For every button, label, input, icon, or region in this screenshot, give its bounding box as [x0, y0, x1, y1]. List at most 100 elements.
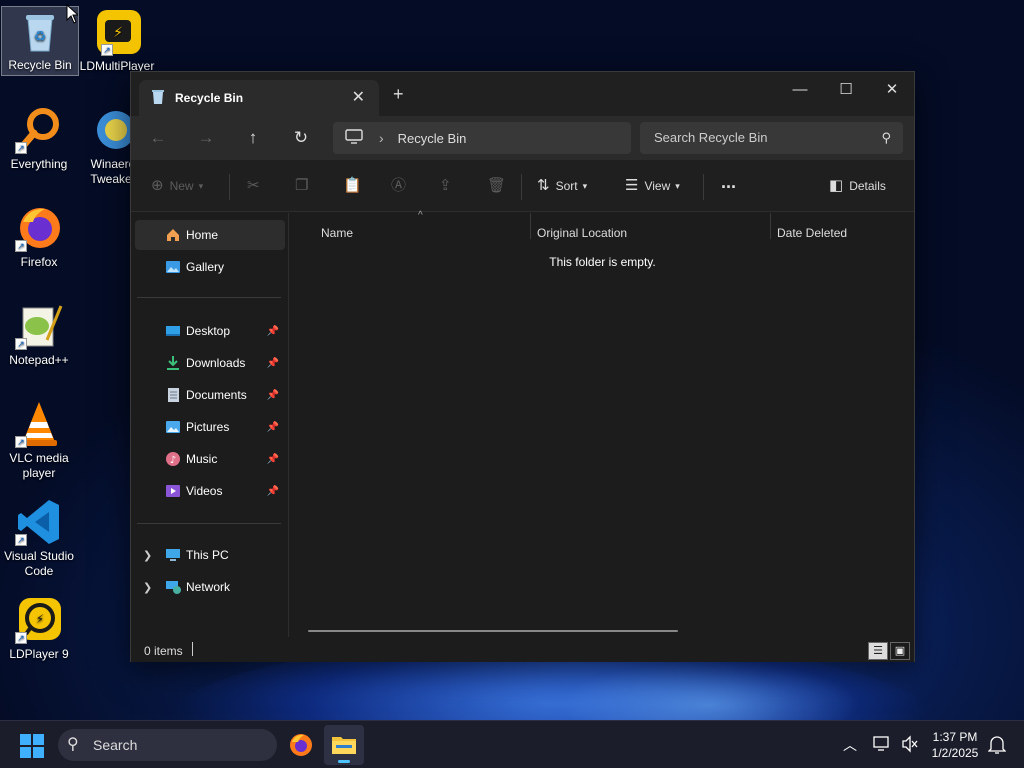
up-arrow-icon[interactable]: ↑ — [238, 124, 268, 152]
sidebar-item-this-pc[interactable]: ❯ This PC — [135, 540, 285, 570]
paste-icon[interactable]: 📋 — [343, 174, 368, 198]
firefox-taskbar-icon[interactable] — [289, 733, 313, 760]
desktop-icon-label: Everything — [10, 157, 68, 171]
pin-icon[interactable]: 📌 — [267, 486, 279, 497]
taskbar: ⚲ Search ︿ 1:37 PM 1/2/2025 — [0, 720, 1024, 768]
monitor-icon[interactable] — [345, 129, 363, 147]
desktop-icon-label: Firefox — [20, 255, 58, 269]
desktop-icon-ldmultiplayer[interactable]: ⚡ ↗ LDMultiPlayer — [78, 8, 156, 74]
more-options-button[interactable]: ... — [721, 170, 736, 194]
close-tab-icon[interactable]: ✕ — [352, 87, 365, 107]
toolbar-divider — [521, 174, 522, 200]
active-app-indicator — [338, 760, 350, 763]
notification-bell-icon[interactable] — [987, 735, 1007, 768]
sidebar-item-label: Documents — [186, 388, 247, 402]
ldmultiplayer-icon: ⚡ ↗ — [93, 8, 141, 56]
sidebar-item-videos[interactable]: Videos 📌 — [135, 476, 285, 506]
music-icon: ♪ — [165, 451, 181, 467]
rename-icon[interactable]: Ⓐ — [391, 174, 412, 198]
pin-icon[interactable]: 📌 — [267, 326, 279, 337]
mouse-pointer-icon — [66, 3, 80, 27]
copy-icon[interactable]: ❐ — [295, 174, 314, 198]
minimize-button[interactable]: — — [777, 76, 823, 106]
taskbar-search-box[interactable]: ⚲ Search — [58, 729, 277, 761]
sidebar-item-label: Desktop — [186, 324, 231, 338]
cut-icon[interactable]: ✂ — [247, 174, 266, 198]
delete-icon[interactable]: 🗑 — [487, 174, 512, 198]
chevron-down-icon: ▾ — [198, 181, 204, 191]
breadcrumb-location[interactable]: Recycle Bin — [398, 131, 467, 146]
sidebar-item-label: This PC — [186, 548, 229, 562]
horizontal-scrollbar[interactable] — [308, 630, 678, 632]
details-pane-button[interactable]: ◧ Details — [829, 174, 886, 198]
sidebar-item-home[interactable]: Home — [135, 220, 285, 250]
documents-icon — [165, 387, 181, 403]
maximize-button[interactable]: ☐ — [823, 76, 869, 106]
pictures-icon — [165, 419, 181, 435]
chevron-right-icon[interactable]: ❯ — [143, 581, 152, 594]
desktop-icon-ldplayer[interactable]: ⚡ ↗ LDPlayer 9 — [0, 596, 78, 662]
column-header-original-location[interactable]: Original Location — [537, 221, 627, 245]
vlc-icon: ↗ — [15, 400, 63, 448]
winaero-tweaker-icon — [92, 106, 130, 154]
view-button-label: View — [644, 179, 671, 193]
view-button[interactable]: ☰ View ▾ — [625, 174, 680, 198]
close-window-button[interactable]: ✕ — [869, 76, 915, 106]
refresh-icon[interactable]: ↻ — [286, 124, 316, 152]
search-input[interactable]: Search Recycle Bin ⚲ — [640, 122, 903, 154]
this-pc-icon — [165, 547, 181, 563]
sidebar-item-pictures[interactable]: Pictures 📌 — [135, 412, 285, 442]
desktop-icon-notepadpp[interactable]: ↗ Notepad++ — [0, 302, 78, 368]
search-icon: ⚲ — [67, 736, 79, 753]
desktop-icon-label: Winaero Tweaker — [90, 157, 130, 186]
search-icon: ⚲ — [881, 130, 891, 145]
sidebar-item-gallery[interactable]: Gallery — [135, 252, 285, 282]
tab-recycle-bin[interactable]: Recycle Bin ✕ — [139, 80, 379, 116]
chevron-right-icon[interactable]: ❯ — [143, 549, 152, 562]
home-icon — [165, 227, 181, 243]
pin-icon[interactable]: 📌 — [267, 454, 279, 465]
ldplayer-icon: ⚡ ↗ — [15, 596, 63, 644]
chevron-down-icon: ▾ — [582, 181, 588, 191]
volume-muted-icon[interactable] — [901, 735, 919, 768]
notepad-plus-plus-icon: ↗ — [15, 302, 63, 350]
column-divider[interactable] — [770, 213, 771, 239]
network-status-icon[interactable] — [873, 735, 893, 768]
pin-icon[interactable]: 📌 — [267, 358, 279, 369]
title-bar[interactable]: Recycle Bin ✕ + — ☐ ✕ — [131, 72, 914, 116]
windows-start-icon[interactable] — [20, 734, 44, 761]
desktop-icon-vlc[interactable]: ↗ VLC media player — [0, 400, 78, 481]
desktop-icon-vscode[interactable]: ↗ Visual Studio Code — [0, 498, 78, 579]
desktop-icon-everything[interactable]: ↗ Everything — [0, 106, 78, 172]
desktop-icon-winaero[interactable]: Winaero Tweaker — [78, 106, 130, 187]
large-icons-view-icon[interactable]: ▣ — [890, 642, 910, 660]
chevron-right-icon[interactable]: › — [379, 130, 384, 146]
sidebar-item-documents[interactable]: Documents 📌 — [135, 380, 285, 410]
sidebar-item-label: Pictures — [186, 420, 230, 434]
details-view-icon[interactable]: ☰ — [868, 642, 888, 660]
show-hidden-icons-chevron-icon[interactable]: ︿ — [843, 735, 857, 768]
column-header-date-deleted[interactable]: Date Deleted — [777, 221, 847, 245]
new-tab-button[interactable]: + — [393, 84, 404, 105]
file-list-area[interactable]: ^ Name Original Location Date Deleted Th… — [290, 210, 915, 637]
back-arrow-icon[interactable]: ← — [143, 124, 173, 152]
address-bar[interactable]: › Recycle Bin — [333, 122, 631, 154]
desktop-icon-firefox[interactable]: ↗ Firefox — [0, 204, 78, 270]
sidebar-item-label: Videos — [186, 484, 223, 498]
pin-icon[interactable]: 📌 — [267, 390, 279, 401]
new-button[interactable]: ⊕ New ▾ — [151, 174, 203, 198]
sort-button[interactable]: ⇅ Sort ▾ — [537, 174, 587, 198]
sidebar-item-network[interactable]: ❯ Network — [135, 572, 285, 602]
file-explorer-taskbar-button[interactable] — [324, 725, 364, 765]
share-icon[interactable]: ⇪ — [439, 174, 458, 198]
sidebar-item-downloads[interactable]: Downloads 📌 — [135, 348, 285, 378]
sidebar-item-music[interactable]: ♪ Music 📌 — [135, 444, 285, 474]
forward-arrow-icon[interactable]: → — [191, 124, 221, 152]
sidebar-item-desktop[interactable]: Desktop 📌 — [135, 316, 285, 346]
details-pane-icon: ◧ — [829, 177, 844, 194]
desktop-icon-label: Recycle Bin — [8, 58, 72, 72]
column-divider[interactable] — [530, 213, 531, 239]
column-header-name[interactable]: Name — [321, 221, 353, 245]
pin-icon[interactable]: 📌 — [267, 422, 279, 433]
system-clock[interactable]: 1:37 PM 1/2/2025 — [920, 729, 990, 761]
